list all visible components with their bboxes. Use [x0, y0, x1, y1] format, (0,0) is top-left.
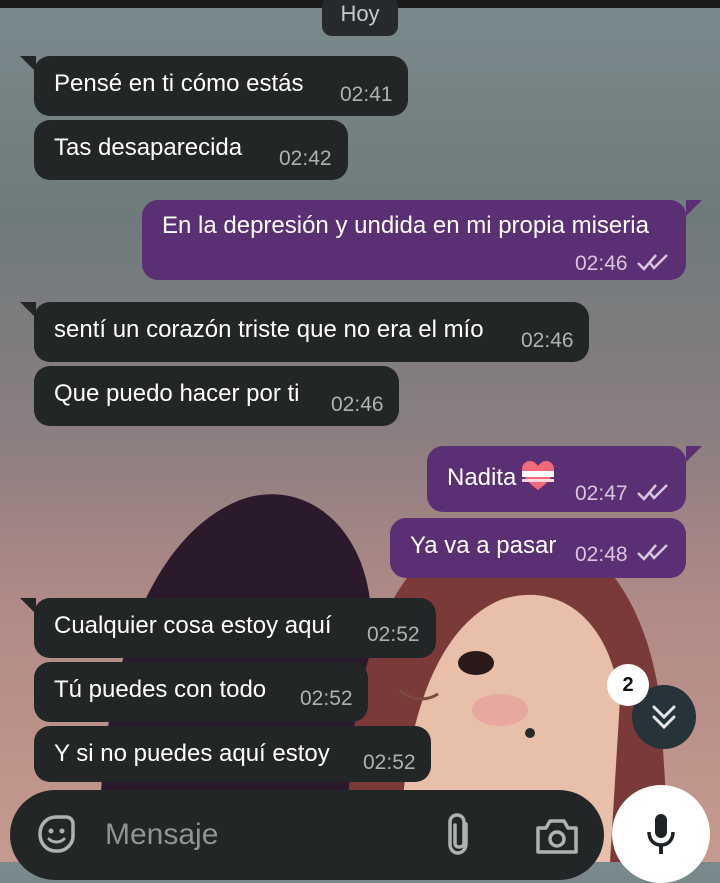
double-check-icon	[637, 544, 668, 561]
bubble-tail	[20, 598, 36, 614]
incoming-message[interactable]: Tú puedes con todo 02:52	[34, 662, 368, 722]
message-time: 02:52	[300, 687, 353, 710]
message-text: sentí un corazón triste que no era el mí…	[54, 316, 484, 343]
camera-icon[interactable]	[534, 816, 580, 856]
message-time: 02:52	[363, 751, 416, 774]
incoming-message[interactable]: Pensé en ti cómo estás 02:41	[34, 56, 408, 116]
message-time: 02:46	[575, 252, 628, 275]
double-check-icon	[637, 484, 668, 501]
message-time: 02:46	[331, 393, 384, 416]
message-time: 02:42	[279, 147, 332, 170]
microphone-icon	[647, 814, 675, 854]
bubble-tail	[20, 302, 36, 318]
microphone-button[interactable]	[612, 785, 710, 883]
bubble-tail	[20, 56, 36, 72]
message-text: Ya va a pasar	[410, 532, 557, 559]
message-composer[interactable]: Mensaje	[10, 790, 604, 880]
incoming-message[interactable]: Tas desaparecida 02:42	[34, 120, 348, 180]
date-separator: Hoy	[322, 0, 398, 36]
incoming-message[interactable]: Y si no puedes aquí estoy 02:52	[34, 726, 431, 782]
message-text: Cualquier cosa estoy aquí	[54, 612, 332, 639]
message-text: Tú puedes con todo	[54, 676, 267, 703]
sticker-icon[interactable]	[34, 812, 78, 856]
double-check-icon	[637, 254, 668, 271]
message-time: 02:46	[521, 329, 574, 352]
heart-ribbon-emoji-icon	[522, 461, 554, 490]
bubble-tail	[686, 200, 702, 216]
outgoing-message[interactable]: Ya va a pasar 02:48	[390, 518, 686, 578]
paperclip-icon[interactable]	[442, 812, 476, 858]
outgoing-message[interactable]: En la depresión y undida en mi propia mi…	[142, 200, 686, 280]
message-text: Tas desaparecida	[54, 134, 243, 161]
message-input[interactable]: Mensaje	[105, 818, 218, 852]
message-text: Que puedo hacer por ti	[54, 380, 300, 407]
message-time: 02:41	[340, 83, 393, 106]
message-text: En la depresión y undida en mi propia mi…	[162, 212, 649, 239]
message-time: 02:52	[367, 623, 420, 646]
message-text: Nadita	[447, 464, 517, 491]
incoming-message[interactable]: Que puedo hacer por ti 02:46	[34, 366, 399, 426]
message-text: Y si no puedes aquí estoy	[54, 740, 330, 767]
outgoing-message[interactable]: Nadita 02:47	[427, 446, 686, 512]
incoming-message[interactable]: Cualquier cosa estoy aquí 02:52	[34, 598, 436, 658]
message-time: 02:47	[575, 482, 628, 505]
message-text: Pensé en ti cómo estás	[54, 70, 304, 97]
incoming-message[interactable]: sentí un corazón triste que no era el mí…	[34, 302, 589, 362]
bubble-tail	[686, 446, 702, 462]
unread-count-badge: 2	[607, 664, 649, 706]
message-time: 02:48	[575, 543, 628, 566]
double-chevron-down-icon	[652, 705, 676, 730]
